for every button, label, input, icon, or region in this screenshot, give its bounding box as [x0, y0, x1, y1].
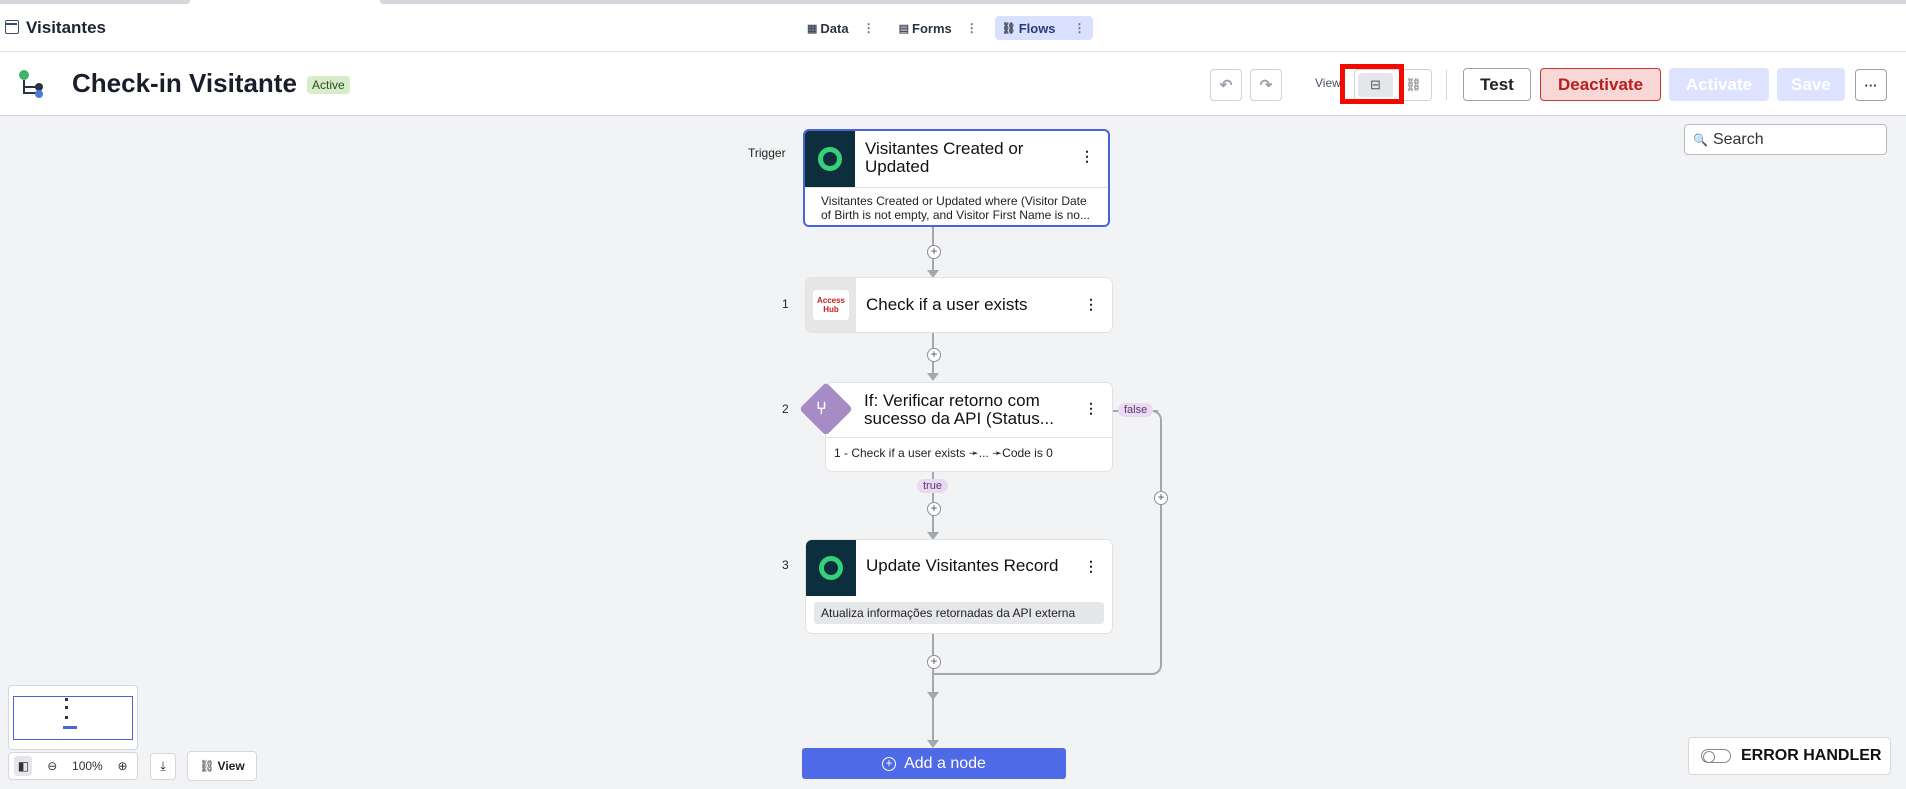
arrow	[927, 532, 939, 540]
search-input[interactable]: 🔍 Search	[1684, 124, 1887, 155]
false-branch-connector	[1150, 410, 1162, 675]
form-icon: ▤	[898, 22, 909, 35]
plus-circle-icon: +	[882, 756, 897, 771]
flow-header: Check-in Visitante Active ↶ ↷ View ⊟ ⛓ T…	[0, 52, 1906, 116]
view-button[interactable]: ⛓ View	[187, 751, 257, 781]
page-title: Check-in Visitante	[72, 68, 297, 98]
arrow	[927, 692, 939, 700]
trigger-label: Trigger	[748, 146, 786, 160]
node-menu-icon[interactable]: ⋮	[1084, 296, 1098, 313]
arrow	[927, 740, 939, 748]
table-icon: ▦	[807, 22, 818, 35]
minimap-viewport[interactable]	[13, 696, 133, 740]
false-branch-connector	[934, 673, 1154, 675]
zoom-in-icon[interactable]: ⊕	[114, 756, 132, 776]
flows-icon: ⛓	[1001, 22, 1016, 35]
table-app-icon	[5, 20, 19, 34]
condition-node[interactable]: If: Verificar retorno com sucesso da API…	[826, 383, 1112, 471]
zoom-out-icon[interactable]: ⊖	[43, 756, 61, 776]
false-branch-label: false	[1118, 403, 1154, 417]
node-menu-icon[interactable]: ⋮	[1080, 148, 1094, 165]
node-title: If: Verificar retorno com sucesso da API…	[864, 391, 1054, 428]
node-title: Update Visitantes Record	[866, 556, 1059, 575]
tab-more-icon[interactable]: ⋮	[863, 21, 875, 35]
save-button[interactable]: Save	[1777, 68, 1845, 101]
toggle-switch[interactable]	[1701, 749, 1731, 763]
tab-more-icon[interactable]: ⋮	[1074, 21, 1086, 35]
arrow	[927, 270, 939, 278]
action-node[interactable]: Update Visitantes Record ⋮ Atualiza info…	[806, 540, 1112, 633]
trigger-node[interactable]: Visitantes Created or Updated ⋮ Visitant…	[803, 129, 1110, 227]
deactivate-button[interactable]: Deactivate	[1540, 68, 1661, 101]
tab-flows[interactable]: ⛓ Flows ⋮	[994, 16, 1093, 40]
trigger-app-icon	[805, 131, 855, 187]
redo-button[interactable]: ↷	[1250, 69, 1282, 101]
record-app-icon	[806, 540, 856, 596]
access-hub-icon: Access Hub	[806, 278, 856, 332]
redo-icon: ↷	[1259, 77, 1273, 94]
error-handler-toggle[interactable]: ERROR HANDLER	[1688, 737, 1891, 775]
undo-button[interactable]: ↶	[1210, 69, 1242, 101]
node-description: Atualiza informações retornadas da API e…	[814, 602, 1104, 624]
tab-data[interactable]: ▦ Data ⋮	[800, 16, 882, 40]
step-number: 1	[782, 297, 789, 311]
step-number: 3	[782, 558, 789, 572]
add-step-icon[interactable]: +	[927, 502, 941, 516]
add-step-icon[interactable]: +	[1154, 491, 1168, 505]
node-description: Visitantes Created or Updated where (Vis…	[821, 194, 1090, 222]
app-title: Visitantes	[26, 18, 107, 37]
app-bar: Visitantes ▦ Data ⋮ ▤ Forms ⋮ ⛓ Flows ⋮	[0, 5, 1906, 52]
connector	[932, 633, 934, 743]
add-step-icon[interactable]: +	[927, 245, 941, 259]
more-options-button[interactable]: ···	[1855, 69, 1887, 101]
divider	[1446, 70, 1447, 100]
tab-more-icon[interactable]: ⋮	[966, 21, 978, 35]
step-number: 2	[782, 402, 789, 416]
flow-logo-icon	[19, 70, 43, 98]
download-icon[interactable]: ⤓	[150, 753, 176, 780]
add-node-button[interactable]: + Add a node	[802, 748, 1066, 779]
minimap[interactable]	[8, 685, 138, 750]
status-badge: Active	[307, 76, 350, 94]
canvas-toolbar: ◧ ⊖ 100% ⊕	[8, 752, 138, 780]
node-menu-icon[interactable]: ⋮	[1084, 558, 1098, 575]
test-button[interactable]: Test	[1463, 68, 1531, 101]
nav-tabs: ▦ Data ⋮ ▤ Forms ⋮ ⛓ Flows ⋮	[800, 16, 1093, 40]
branch-icon: ⑂	[816, 398, 827, 418]
undo-icon: ↶	[1219, 77, 1233, 94]
search-icon: 🔍	[1693, 132, 1708, 147]
add-step-icon[interactable]: +	[927, 655, 941, 669]
graph-view-icon: ⛓	[199, 759, 215, 773]
zoom-level: 100%	[72, 759, 103, 773]
action-node[interactable]: Access Hub Check if a user exists ⋮	[806, 278, 1112, 332]
view-label: View	[1315, 76, 1341, 90]
condition-description: 1 - Check if a user exists ➛... ➛Code is…	[834, 446, 1053, 460]
add-step-icon[interactable]: +	[927, 348, 941, 362]
true-branch-label: true	[917, 479, 948, 493]
fit-view-icon[interactable]: ◧	[14, 756, 33, 776]
tab-forms[interactable]: ▤ Forms ⋮	[892, 16, 985, 40]
annotation-highlight-box	[1340, 64, 1404, 104]
arrow	[927, 373, 939, 381]
node-title: Visitantes Created or Updated	[865, 139, 1024, 176]
node-menu-icon[interactable]: ⋮	[1084, 400, 1098, 417]
node-title: Check if a user exists	[866, 295, 1028, 314]
activate-button[interactable]: Activate	[1669, 68, 1769, 101]
